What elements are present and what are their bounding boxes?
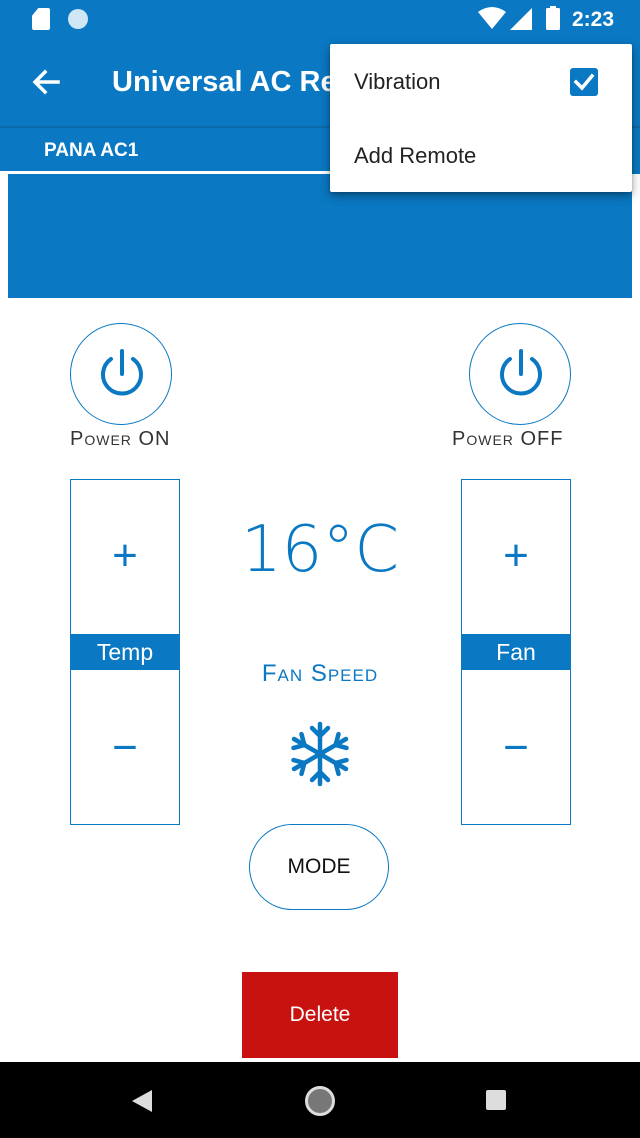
menu-item-add-remote[interactable]: Add Remote (330, 118, 632, 192)
status-bar: 2:23 (0, 0, 640, 40)
menu-item-vibration[interactable]: Vibration (330, 44, 632, 118)
fan-up-button[interactable]: + (462, 480, 570, 632)
menu-item-label: Vibration (354, 69, 441, 94)
battery-icon (546, 6, 560, 30)
remote-display-panel (8, 174, 632, 298)
menu-item-label: Add Remote (354, 143, 477, 168)
signal-icon (510, 8, 532, 30)
power-icon (101, 349, 143, 396)
temperature-readout: 16°C (240, 513, 400, 587)
nav-back-icon[interactable] (132, 1090, 152, 1112)
temp-down-button[interactable]: − (71, 672, 179, 824)
mode-button[interactable]: MODE (249, 824, 389, 910)
temp-label: Temp (71, 634, 179, 670)
snowflake-icon (291, 721, 349, 787)
system-nav-bar (0, 1062, 640, 1138)
nav-recents-icon[interactable] (486, 1090, 506, 1110)
overflow-menu: Vibration Add Remote (330, 44, 632, 192)
status-time: 2:23 (572, 8, 615, 31)
delete-button[interactable]: Delete (242, 972, 398, 1058)
back-arrow-icon[interactable] (28, 64, 64, 100)
power-off-button[interactable] (469, 323, 571, 425)
power-on-label: Power ON (70, 428, 171, 450)
power-icon (500, 349, 542, 396)
tab-pana-ac1[interactable]: PANA AC1 (44, 139, 138, 163)
notification-dot-icon (68, 9, 88, 29)
fan-down-button[interactable]: − (462, 672, 570, 824)
power-off-label: Power OFF (452, 428, 564, 450)
temp-rocker: + Temp − (70, 479, 180, 825)
checkbox-checked-icon[interactable] (570, 68, 598, 96)
fan-rocker: + Fan − (461, 479, 571, 825)
app-title: Universal AC Re (112, 66, 337, 98)
power-on-button[interactable] (70, 323, 172, 425)
sd-card-icon (32, 8, 50, 30)
nav-home-icon[interactable] (305, 1086, 335, 1116)
fan-label: Fan (462, 634, 570, 670)
fan-speed-label: Fan Speed (261, 660, 379, 687)
temp-up-button[interactable]: + (71, 480, 179, 632)
wifi-icon (478, 7, 506, 29)
